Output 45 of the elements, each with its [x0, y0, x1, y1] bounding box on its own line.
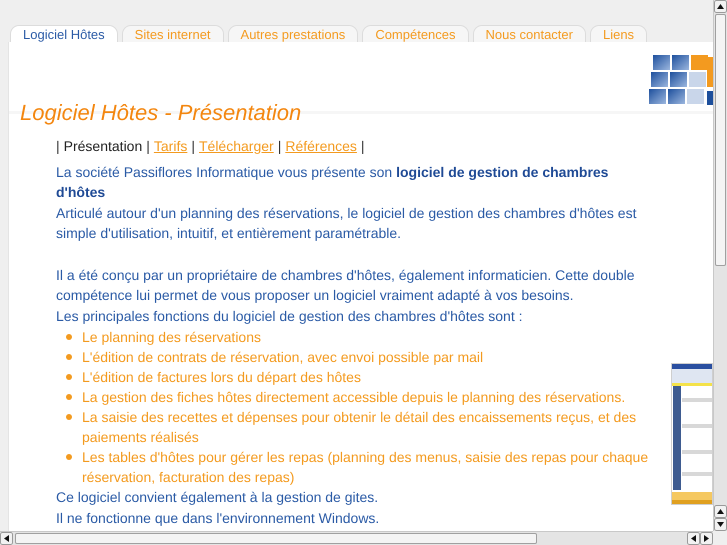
- scroll-down-icon[interactable]: [714, 518, 727, 531]
- scroll-thumb[interactable]: [15, 533, 537, 544]
- bullet-icon: [66, 354, 72, 360]
- bullet-icon: [66, 414, 72, 420]
- subnav-link[interactable]: Présentation: [64, 136, 142, 156]
- paragraph: Il ne fonctionne que dans l'environnement Windows.: [56, 509, 380, 528]
- bullet-icon: [66, 374, 72, 380]
- feature-item: Le planning des réservations: [82, 328, 262, 347]
- scroll-up-icon[interactable]: [714, 505, 727, 518]
- scroll-thumb[interactable]: [715, 14, 726, 266]
- subnav-link[interactable]: Télécharger: [198, 136, 274, 156]
- bullet-icon: [66, 454, 72, 460]
- nav-tab[interactable]: Nous contacter: [472, 25, 586, 42]
- feature-item: La saisie des recettes et dépenses pour obtenir le détail des encaissements reçus, et des paiements réalisés: [82, 408, 638, 447]
- subnav-link[interactable]: Références: [285, 136, 357, 156]
- subnav-link[interactable]: Tarifs: [154, 136, 188, 156]
- nav-tab[interactable]: Sites internet: [122, 25, 224, 42]
- nav-tab[interactable]: Liens: [590, 25, 648, 42]
- scroll-left-icon[interactable]: [0, 532, 13, 545]
- nav-tab[interactable]: Autres prestations: [228, 25, 358, 42]
- logo-icon: [649, 55, 713, 107]
- separator: |: [191, 137, 195, 156]
- horizontal-scrollbar[interactable]: [0, 531, 713, 545]
- bullet-icon: [66, 334, 72, 340]
- paragraph: Les principales fonctions du logiciel de gestion des chambres d'hôtes sont :: [56, 307, 524, 326]
- bullet-icon: [66, 394, 72, 400]
- vertical-scrollbar[interactable]: [713, 0, 727, 531]
- feature-item: L'édition de factures lors du départ des hôtes: [82, 368, 361, 387]
- scroll-left-icon[interactable]: [687, 532, 700, 545]
- separator: |: [146, 137, 150, 156]
- paragraph: Articulé autour d'un planning des réservations, le logiciel de gestion des chambres d'hôtes est simple d'utilisation, intuitif, et entièrement paramétrable.: [56, 204, 638, 243]
- page-title: Logiciel Hôtes - Présentation: [20, 101, 302, 125]
- separator: |: [360, 137, 365, 156]
- feature-item: Les tables d'hôtes pour gérer les repas (planning des menus, saisie des repas pour chaque réservation, facturation des repas): [82, 448, 650, 487]
- scroll-right-icon[interactable]: [700, 532, 713, 545]
- paragraph: Il a été conçu par un propriétaire de chambres d'hôtes, également informaticien. Cette double compétence lui permet de vous proposer un logiciel vraiment adapté à vos besoins.: [56, 266, 636, 305]
- paragraph: Ce logiciel convient également à la gestion de gites.: [56, 488, 380, 507]
- separator: |: [278, 137, 282, 156]
- feature-item: La gestion des fiches hôtes directement accessible depuis le planning des réservations.: [82, 388, 626, 407]
- scroll-up-icon[interactable]: [714, 0, 727, 13]
- nav-tab[interactable]: Compétences: [362, 25, 469, 42]
- paragraph: La société Passiflores Informatique vous présente son logiciel de gestion de chambres d'hôtes: [56, 163, 610, 202]
- separator: |: [56, 137, 60, 156]
- feature-item: L'édition de contrats de réservation, avec envoi possible par mail: [82, 348, 484, 367]
- nav-tab[interactable]: Logiciel Hôtes: [10, 25, 118, 42]
